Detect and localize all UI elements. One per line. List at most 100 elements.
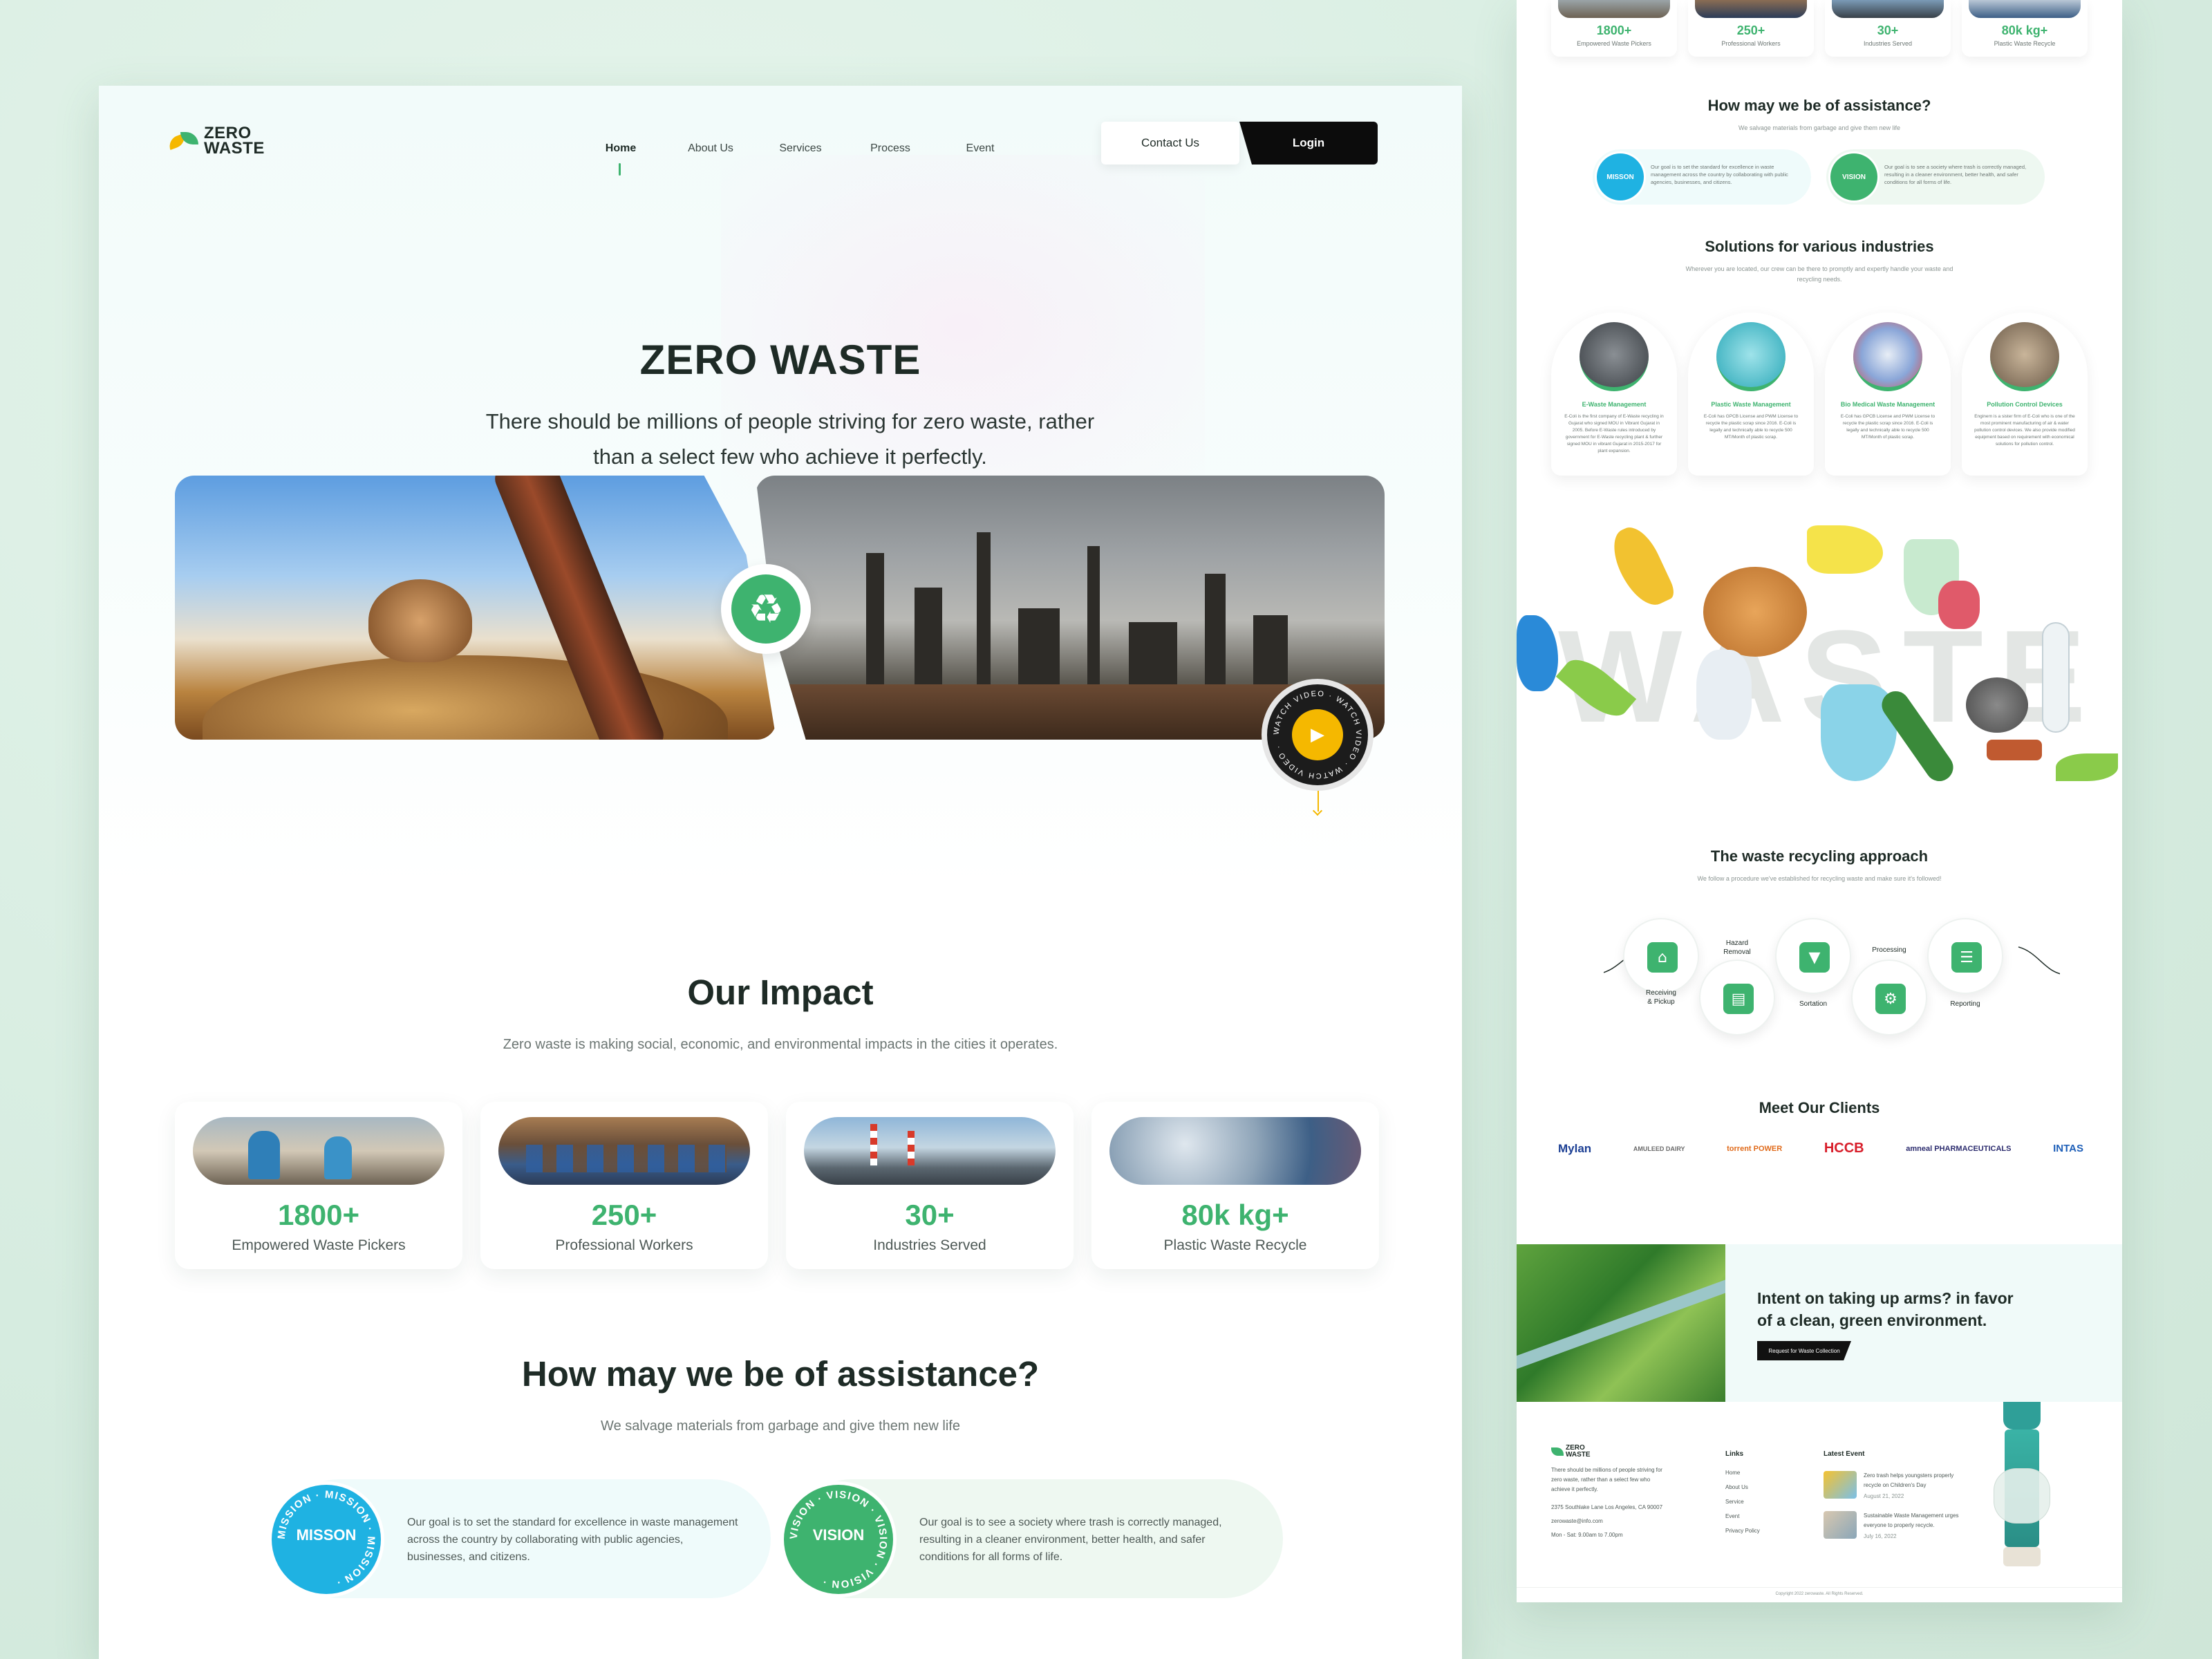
floating-waste-illustration: WASTE [1517,512,2122,816]
footer-about: There should be millions of people striv… [1551,1467,1662,1492]
process-steps: ⌂ Receiving & Pickup ▤ Hazard Removal ▼ … [1604,911,2060,1049]
person-holding-bag-image [1984,1402,2060,1568]
client-logo: AMULEED DAIRY [1633,1145,1685,1152]
footer-link[interactable]: Privacy Policy [1725,1524,1760,1538]
clients-title: Meet Our Clients [1759,1099,1880,1116]
process-step-reporting[interactable]: ☰ [1927,918,2003,994]
clients-logos: Mylan AMULEED DAIRY torrent POWER HCCB a… [1558,1141,2083,1156]
funnel-icon: ▼ [1799,942,1830,973]
client-logo: Mylan [1558,1141,1592,1155]
nav-event[interactable]: Event [935,142,1025,155]
pollution-control-image [1990,322,2059,391]
solution-card[interactable]: Bio Medical Waste Management E-Coli has … [1825,312,1951,476]
footer-link[interactable]: Home [1725,1465,1760,1480]
footer-links-title: Links [1725,1450,1744,1458]
vision-seal-mini: VISION [1830,153,1877,200]
client-logo: amneal PHARMACEUTICALS [1906,1144,2012,1153]
scrolled-page-preview: 1800+ Empowered Waste Pickers 250+ Profe… [1517,0,2122,1602]
recycle-badge: ♻ [721,564,811,654]
logo-line-2: WASTE [204,139,265,158]
leaf-icon [168,129,200,153]
plastic-bottles-image [1109,1117,1361,1185]
bins-icon: ▤ [1723,984,1754,1014]
impact-value: 80k kg+ [1181,1199,1289,1231]
vision-seal: VISION · VISION · VISION · VISION · VISI… [784,1485,893,1594]
nav-about-us[interactable]: About Us [666,142,756,155]
nav-services[interactable]: Services [756,142,845,155]
impact-cards-mini: 1800+ Empowered Waste Pickers 250+ Profe… [1551,0,2088,57]
hero-title: ZERO WASTE [639,337,921,383]
e-waste-image [1580,322,1649,391]
process-step-sortation[interactable]: ▼ [1775,918,1851,994]
footer-logo[interactable]: ZERO WASTE [1551,1445,1591,1459]
impact-card: 30+ Industries Served [1825,0,1951,57]
client-logo: INTAS [2053,1143,2083,1154]
impact-label: Empowered Waste Pickers [232,1237,406,1253]
impact-value: 250+ [591,1199,657,1231]
waste-pickers-image [193,1117,444,1185]
impact-card: 250+ Professional Workers [1688,0,1814,57]
request-collection-button[interactable]: Request for Waste Collection [1757,1341,1851,1360]
workers-image [498,1117,750,1185]
solutions-cards: E-Waste Management E-Coli is the first c… [1551,312,2090,476]
mission-card-mini: MISSON Our goal is to set the standard f… [1593,149,1811,205]
process-subtitle: We follow a procedure we've established … [1697,875,1942,882]
mission-seal-mini: MISSON [1597,153,1644,200]
green-fields-image [1517,1244,1725,1402]
client-logo: torrent POWER [1727,1144,1783,1153]
impact-card: 1800+ Empowered Waste Pickers [175,1102,462,1269]
footer-links: Home About Us Service Event Privacy Poli… [1725,1465,1760,1538]
impact-subtitle: Zero waste is making social, economic, a… [503,1037,1058,1052]
scrap-crane-image [175,476,776,740]
top-navigation: ZERO WASTE Home About Us Services Proces… [99,86,1462,224]
impact-label: Plastic Waste Recycle [1163,1237,1307,1253]
process-step-processing[interactable]: ⚙ [1851,959,1927,1035]
footer-address: 2375 Southlake Lane Los Angeles, CA 9000… [1551,1504,1663,1510]
vision-text: Our goal is to see a society where trash… [919,1517,1222,1563]
play-icon: ▶ [1292,709,1343,760]
recycle-icon: ♻ [731,574,800,644]
footer-link[interactable]: About Us [1725,1480,1760,1494]
solution-card[interactable]: Pollution Control Devices Enginern is a … [1962,312,2088,476]
cta-banner: Intent on taking up arms? in favor of a … [1517,1244,2122,1402]
impact-cards: 1800+ Empowered Waste Pickers 250+ Profe… [175,1102,1385,1269]
process-title: The waste recycling approach [1710,847,1929,865]
impact-card: 80k kg+ Plastic Waste Recycle [1091,1102,1379,1269]
main-page-preview: ZERO WASTE Home About Us Services Proces… [99,86,1462,1659]
footer-hours: Mon - Sat: 9.00am to 7.00pm [1551,1532,1623,1538]
nav-links: Home About Us Services Process Event [576,142,1025,176]
footer-email[interactable]: zerowaste@info.com [1551,1517,1689,1526]
solution-card[interactable]: Plastic Waste Management E-Coli has GPCB… [1688,312,1814,476]
client-logo: HCCB [1824,1141,1864,1156]
impact-card: 250+ Professional Workers [480,1102,768,1269]
login-button[interactable]: Login [1239,122,1378,165]
impact-card: 80k kg+ Plastic Waste Recycle [1962,0,2088,57]
report-icon: ☰ [1951,942,1982,973]
mission-card: MISSION · MISSION · MISSION · MISSON Our… [272,1479,771,1598]
footer-link[interactable]: Service [1725,1494,1760,1509]
vision-card: VISION · VISION · VISION · VISION · VISI… [784,1479,1283,1598]
footer-events-title: Latest Event [1824,1450,1865,1458]
nav-home[interactable]: Home [576,142,666,176]
assistance-title-mini: How may we be of assistance? [1707,97,1931,114]
solutions-subtitle: Wherever you are located, our crew can b… [1685,265,1953,283]
process-step-hazard[interactable]: ▤ [1699,959,1775,1035]
process-step-receiving[interactable]: ⌂ [1623,918,1699,994]
impact-card: 1800+ Empowered Waste Pickers [1551,0,1677,57]
vision-card-mini: VISION Our goal is to see a society wher… [1826,149,2045,205]
impact-title: Our Impact [687,973,874,1012]
impact-value: 1800+ [278,1199,359,1231]
arrow-down-icon [1313,791,1323,818]
bio-medical-image [1853,322,1922,391]
solution-card[interactable]: E-Waste Management E-Coli is the first c… [1551,312,1677,476]
footer-link[interactable]: Event [1725,1509,1760,1524]
assistance-subtitle-mini: We salvage materials from garbage and gi… [1738,124,1900,131]
nav-process[interactable]: Process [845,142,935,155]
mission-text: Our goal is to set the standard for exce… [407,1517,738,1563]
logo[interactable]: ZERO WASTE [168,125,265,158]
watch-video-button[interactable]: WATCH VIDEO · WATCH VIDEO · WATCH VIDEO … [1262,679,1374,791]
machine-icon: ⚙ [1875,984,1906,1014]
contact-us-button[interactable]: Contact Us [1101,122,1239,165]
cta-text: Intent on taking up arms? in favor of a … [1757,1289,2014,1329]
impact-card: 30+ Industries Served [786,1102,1074,1269]
